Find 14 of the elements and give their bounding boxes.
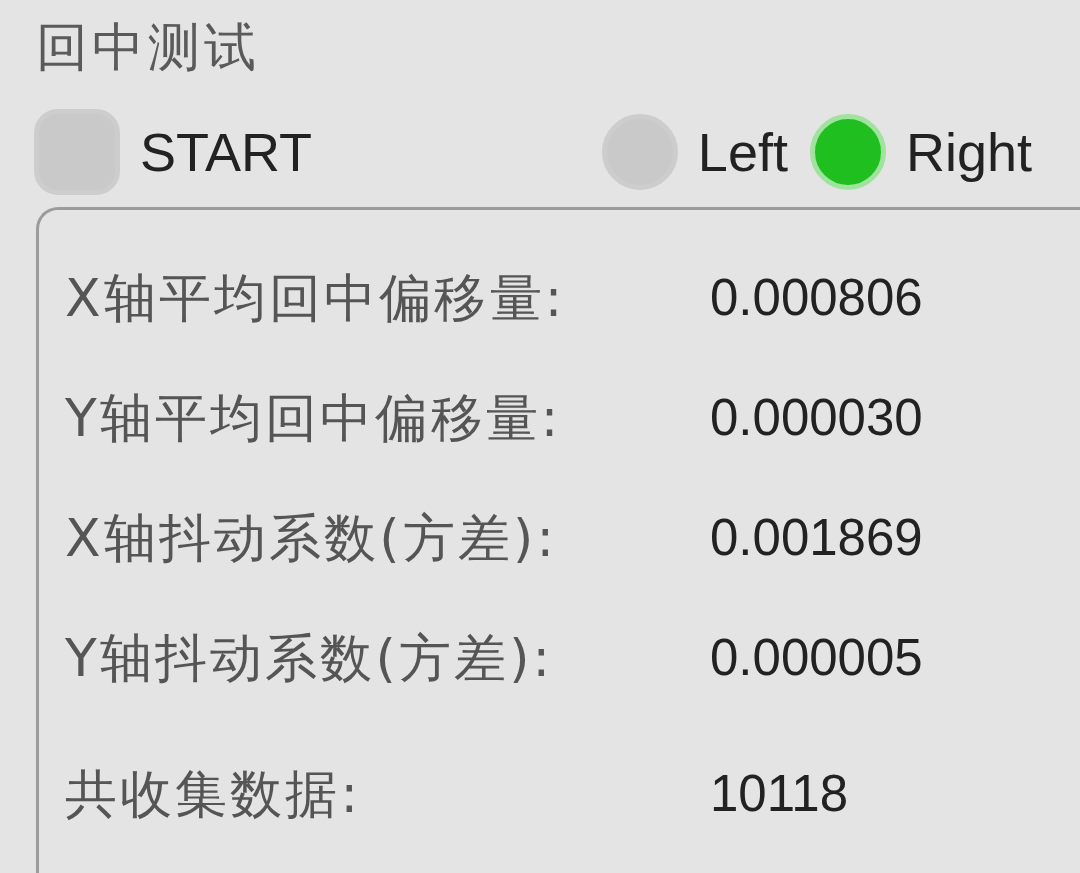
indicator-label: START bbox=[140, 122, 313, 182]
result-value: 0.000806 bbox=[710, 268, 924, 328]
result-value: 0.000030 bbox=[710, 388, 924, 448]
result-value: 0.001869 bbox=[710, 508, 924, 568]
result-value: 10118 bbox=[710, 764, 850, 824]
indicator-label: Right bbox=[905, 122, 1032, 182]
result-label: X轴平均回中偏移量: bbox=[65, 267, 567, 329]
section-title: 回中测试 bbox=[36, 17, 261, 77]
result-value: 0.000005 bbox=[710, 628, 924, 688]
result-label: X轴抖动系数(方差): bbox=[65, 507, 559, 569]
result-label: Y轴抖动系数(方差): bbox=[65, 627, 555, 689]
result-label: Y轴平均回中偏移量: bbox=[65, 387, 563, 449]
result-label: 共收集数据: bbox=[65, 763, 363, 825]
indicator-label: Left bbox=[697, 122, 788, 182]
